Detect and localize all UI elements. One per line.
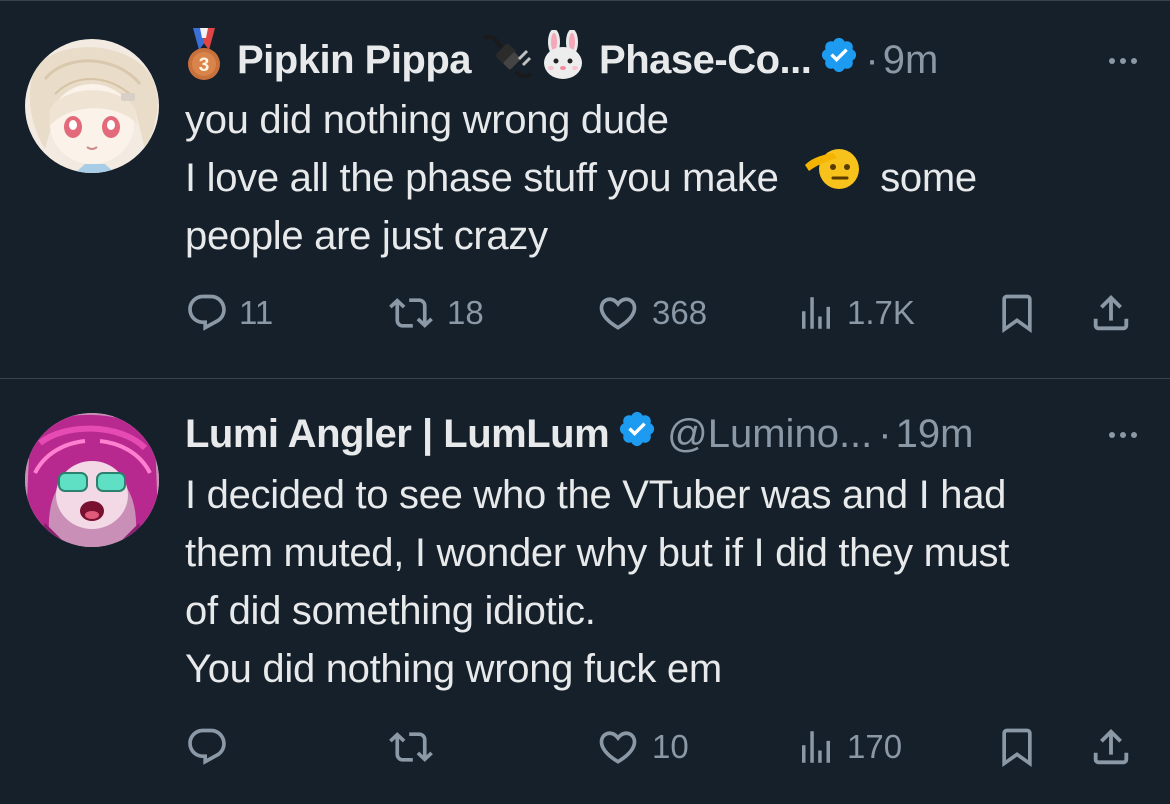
tweet-text-line: them muted, I wonder why but if I did th… — [185, 531, 1010, 575]
bookmark-icon — [1002, 728, 1032, 768]
timestamp[interactable]: 19m — [896, 412, 974, 457]
share-icon — [1093, 294, 1129, 331]
views-count: 170 — [847, 728, 903, 765]
retweet-icon — [389, 732, 433, 762]
views-button[interactable]: 1.7K — [795, 283, 915, 343]
tweet-text-segment: I love all the phase stuff you make — [185, 156, 779, 200]
tweet-text-segment: some — [880, 156, 977, 200]
share-button[interactable] — [1088, 717, 1134, 777]
tweet-actions: 11 18 368 1.7K — [0, 283, 1170, 343]
retweet-button[interactable]: 18 — [385, 283, 484, 343]
reply-button[interactable]: 11 — [185, 283, 273, 343]
bookmark-icon — [1002, 294, 1032, 334]
reply-count: 11 — [239, 294, 274, 331]
display-name[interactable]: Lumi Angler | LumLum — [185, 412, 610, 457]
display-name-suffix[interactable]: Phase-Co... — [599, 38, 812, 83]
avatar[interactable] — [25, 39, 159, 173]
views-icon — [802, 731, 830, 763]
electric-plug-emoji — [483, 31, 532, 89]
timestamp[interactable]: 9m — [883, 38, 939, 83]
retweet-count: 18 — [447, 294, 484, 331]
tweet-actions: 10 170 — [0, 717, 1170, 777]
tweet-text-line: you did nothing wrong dude — [185, 98, 669, 142]
verified-badge-icon — [617, 409, 657, 459]
like-icon — [599, 731, 637, 764]
like-button[interactable]: 10 — [594, 717, 689, 777]
share-button[interactable] — [1088, 283, 1134, 343]
saluting-face-emoji — [803, 145, 861, 207]
like-count: 10 — [652, 728, 689, 765]
reply-icon — [188, 728, 226, 765]
third-place-medal-emoji: 3 — [185, 28, 223, 92]
reply-icon — [188, 294, 226, 331]
like-button[interactable]: 368 — [594, 283, 707, 343]
share-icon — [1093, 728, 1129, 765]
views-button[interactable]: 170 — [795, 717, 902, 777]
tweet-text-line: You did nothing wrong fuck em — [185, 647, 722, 691]
tweet-text-line: I decided to see who the VTuber was and … — [185, 473, 1007, 517]
like-count: 368 — [652, 294, 708, 331]
tweet-text: I decided to see who the VTuber was and … — [185, 466, 1145, 698]
tweet-text-line: people are just crazy — [185, 214, 548, 258]
separator-dot: · — [865, 37, 879, 82]
more-icon[interactable] — [1109, 432, 1137, 438]
tweet-text-line: I love all the phase stuff you make some — [185, 149, 1145, 207]
like-icon — [599, 297, 637, 330]
svg-text:3: 3 — [199, 55, 210, 76]
retweet-button[interactable] — [385, 717, 447, 777]
tweet-text: you did nothing wrong dude I love all th… — [185, 91, 1145, 265]
avatar[interactable] — [25, 413, 159, 547]
retweet-icon — [389, 298, 433, 328]
tweet-lumi-angler[interactable]: Lumi Angler | LumLum @Lumino... · 19m I … — [0, 379, 1170, 804]
bookmark-button[interactable] — [995, 283, 1039, 343]
tweet-text-line: of did something idiotic. — [185, 589, 596, 633]
tweet-header: 3 Pipkin Pippa Phase-Co... · 9m — [185, 28, 939, 92]
rabbit-face-emoji — [539, 29, 587, 90]
verified-badge-icon — [819, 35, 859, 85]
views-icon — [802, 297, 830, 329]
views-count: 1.7K — [847, 294, 915, 331]
tweet-pipkin-pippa[interactable]: 3 Pipkin Pippa Phase-Co... · 9m you did … — [0, 0, 1170, 379]
handle[interactable]: @Lumino... — [667, 412, 872, 457]
display-name[interactable]: Pipkin Pippa — [237, 38, 472, 83]
separator-dot: · — [878, 411, 892, 456]
tweet-header: Lumi Angler | LumLum @Lumino... · 19m — [185, 404, 973, 464]
reply-button[interactable] — [185, 717, 239, 777]
more-icon[interactable] — [1109, 58, 1137, 64]
bookmark-button[interactable] — [995, 717, 1039, 777]
